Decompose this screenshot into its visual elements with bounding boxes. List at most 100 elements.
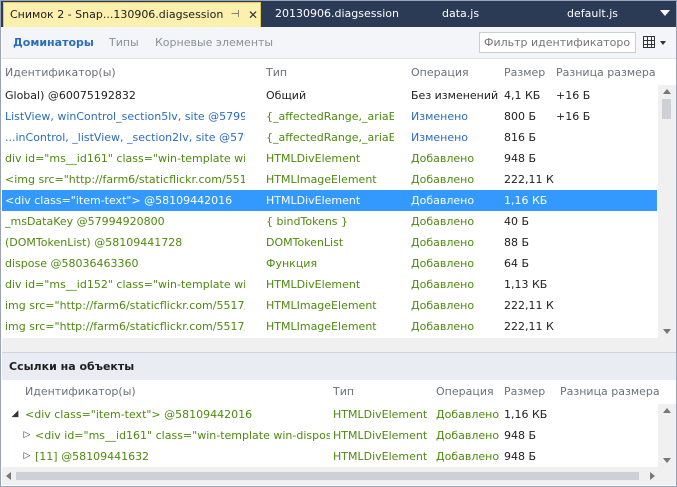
table-row[interactable]: dispose @58036463360 Функция Добавлено 64 Б [2,253,657,274]
tab-label: default.js [567,7,618,20]
view-tab-dominators[interactable]: Доминаторы [13,36,94,49]
row-type: Общий [266,89,307,102]
main-grid-header: Идентификатор(ы) Тип Операция Размер Раз… [2,62,676,84]
reference-size: 948 Б [504,450,537,463]
row-size: 222,11 КБ [504,173,554,186]
scroll-up-icon[interactable] [663,408,671,413]
row-operation: Добавлено [411,173,475,186]
tab-snapshot-2[interactable]: Снимок 2 - Snap...130906.diagsession ⊣ ✕ [3,2,261,27]
row-identifier: <img src="http://farm6/staticflickr.com/… [5,173,245,186]
pin-icon[interactable]: ⊣ [228,3,242,27]
table-row[interactable]: div id="ms__id161" class="win-template w… [2,148,657,169]
row-identifier: img src="http://farm6/staticflickr.com/5… [5,320,245,333]
table-row[interactable]: Global) @60075192832 Общий Без изменений 4,… [2,85,657,106]
refs-grid-header: Идентификатор(ы) Тип Операция Размер Раз… [2,381,676,403]
row-size: 948 Б [504,152,537,165]
scroll-thumb[interactable] [662,99,671,119]
reference-identifier: [11] @58109441632 [35,450,150,463]
row-operation: Добавлено [411,299,475,312]
column-options-button[interactable] [640,33,670,53]
row-operation: Добавлено [411,278,475,291]
row-type: HTMLDivElement [266,194,361,207]
tab-label: Снимок 2 - Snap...130906.diagsession [10,8,224,21]
row-identifier: div id="ms__id152" class="win-template w… [5,278,245,291]
reference-size: 1,16 КБ [504,408,548,421]
tab-label: data.js [442,7,480,20]
row-size: 88 Б [504,236,530,249]
row-operation: Без изменений [411,89,499,102]
object-references-header: Ссылки на объекты [2,352,676,380]
column-header-size[interactable]: Размер [504,66,545,79]
scroll-down-icon[interactable] [663,329,671,334]
reference-type: HTMLDivElement [333,408,428,421]
scroll-left-icon[interactable] [6,472,11,480]
object-references-title: Ссылки на объекты [9,360,135,373]
row-size: 40 Б [504,215,530,228]
tab-overflow-dropdown-icon[interactable] [660,10,670,16]
table-row[interactable]: (DOMTokenList) @58109441728 DOMTokenList Д… [2,232,657,253]
row-type: Функция [266,257,318,270]
table-row[interactable]: <img src="http://farm6/staticflickr.com/… [2,169,657,190]
reference-operation: Добавлено [436,450,500,463]
column-header-size-diff[interactable]: Разница размера [556,66,656,79]
table-row[interactable]: _msDataKey @57994920800 { bindTokens } Доб… [2,211,657,232]
scroll-thumb[interactable] [16,472,639,480]
scroll-up-icon[interactable] [663,89,671,94]
refs-column-header-size-diff[interactable]: Разница размера [560,385,660,398]
row-operation: Добавлено [411,215,475,228]
table-row[interactable]: img src="http://farm6/staticflickr.com/5… [2,316,657,337]
identifier-filter-input[interactable] [479,32,636,53]
view-tab-types[interactable]: Типы [109,36,139,49]
reference-type: HTMLDivElement [333,429,428,442]
column-header-identifier[interactable]: Идентификатор(ы) [5,66,116,79]
refs-column-header-identifier[interactable]: Идентификатор(ы) [25,385,136,398]
row-type: HTMLDivElement [266,152,361,165]
reference-row[interactable]: ▷ <div id="ms__id161" class="win-template… [2,425,657,446]
table-row[interactable]: ListView, winControl_section5lv, site @5… [2,106,657,127]
table-row[interactable]: div id="ms__id152" class="win-template w… [2,274,657,295]
reference-identifier: <div id="ms__id161" class="win-template … [35,429,330,442]
refs-column-header-operation[interactable]: Операция [436,385,494,398]
refs-column-header-type[interactable]: Тип [333,385,354,398]
column-header-operation[interactable]: Операция [411,66,469,79]
reference-row[interactable]: ▷ [11] @58109441632 HTMLDivElement Добавлен… [2,446,657,467]
main-horizontal-scrollbar[interactable] [2,338,676,352]
row-size: 1,13 КБ [504,278,548,291]
row-operation: Добавлено [411,320,475,333]
tab-diagsession[interactable]: 20130906.diagsession [269,3,419,25]
row-size: 64 Б [504,257,530,270]
scroll-down-icon[interactable] [663,458,671,463]
document-tab-strip: Снимок 2 - Snap...130906.diagsession ⊣ ✕… [1,1,676,27]
row-identifier: Global) @60075192832 [5,89,136,102]
collapsed-triangle-icon[interactable]: ▷ [22,425,32,446]
row-operation: Добавлено [411,194,475,207]
table-row[interactable]: <div class="item-text"> @58109442016 HTML… [2,190,657,211]
table-row[interactable]: img src="http://farm6/staticflickr.com/5… [2,295,657,316]
row-identifier: ...inControl, _listView, _section2lv, si… [5,131,245,144]
row-type: {_affectedRange,_ariaE... [266,110,394,123]
row-operation: Добавлено [411,257,475,270]
reference-operation: Добавлено [436,408,500,421]
row-type: HTMLImageElement [266,173,377,186]
row-size-diff: +16 Б [556,110,591,123]
row-identifier: <div class="item-text"> @58109442016 [5,194,233,207]
refs-grid-body: ◢ <div class="item-text"> @58109442016 HTM… [2,404,657,467]
row-operation: Изменено [411,110,469,123]
refs-horizontal-scrollbar[interactable] [2,467,676,485]
reference-row[interactable]: ◢ <div class="item-text"> @58109442016 HTM… [2,404,657,425]
refs-column-header-size[interactable]: Размер [504,385,545,398]
tab-data-js[interactable]: data.js [436,3,516,25]
scroll-right-icon[interactable] [650,472,655,480]
row-identifier: (DOMTokenList) @58109441728 [5,236,183,249]
table-row[interactable]: ...inControl, _listView, _section2lv, si… [2,127,657,148]
main-vertical-scrollbar[interactable] [658,85,676,338]
expanded-triangle-icon[interactable]: ◢ [10,404,20,425]
collapsed-triangle-icon[interactable]: ▷ [22,446,32,467]
tab-default-js[interactable]: default.js [561,3,641,25]
refs-vertical-scrollbar[interactable] [658,404,676,467]
close-icon[interactable]: ✕ [246,3,260,27]
column-header-type[interactable]: Тип [266,66,287,79]
view-tab-roots[interactable]: Корневые элементы [155,36,273,49]
grid-icon [643,36,655,48]
row-type: HTMLDivElement [266,278,361,291]
